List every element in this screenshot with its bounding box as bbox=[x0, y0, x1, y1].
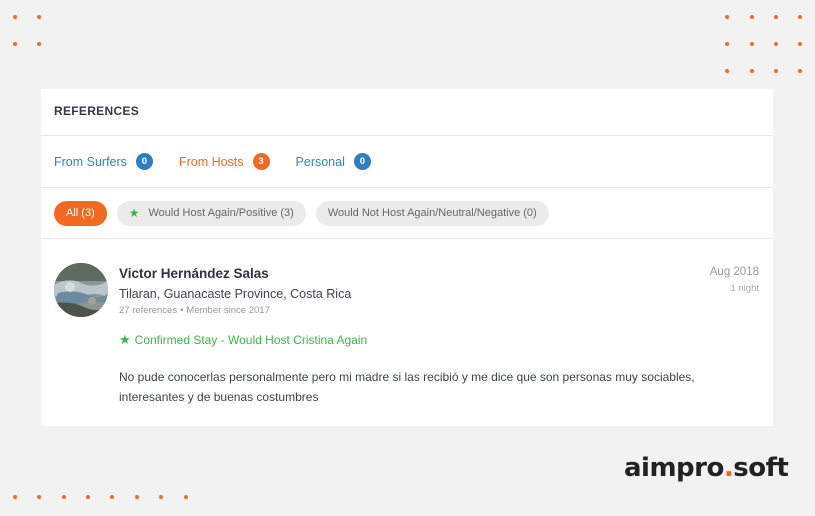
tab-from-hosts[interactable]: From Hosts 3 bbox=[179, 153, 270, 170]
confirmed-stay-text: Confirmed Stay - Would Host Cristina Aga… bbox=[134, 333, 368, 347]
tab-count-badge: 0 bbox=[135, 153, 153, 170]
confirmed-stay-label: ★ Confirmed Stay - Would Host Cristina A… bbox=[119, 332, 760, 348]
filter-label: All (3) bbox=[66, 207, 95, 219]
decor-dots-top-left bbox=[0, 0, 60, 60]
filter-label: Would Not Host Again/Neutral/Negative (0… bbox=[327, 207, 537, 219]
filter-label: Would Host Again/Positive (3) bbox=[148, 207, 294, 219]
tab-label: From Surfers bbox=[54, 154, 127, 169]
brand-logo: aimpro.soft bbox=[624, 453, 789, 483]
tab-personal[interactable]: Personal 0 bbox=[296, 153, 371, 170]
member-since: Member since 2017 bbox=[186, 305, 270, 316]
references-count: 27 references bbox=[119, 305, 178, 316]
reference-author-name[interactable]: Victor Hernández Salas bbox=[119, 266, 760, 281]
reference-body: Victor Hernández Salas Tilaran, Guanacas… bbox=[119, 266, 760, 407]
reference-filters: All (3) ★ Would Host Again/Positive (3) … bbox=[41, 188, 773, 239]
avatar[interactable] bbox=[54, 263, 108, 317]
tab-count-badge: 0 bbox=[353, 153, 371, 170]
reference-tabs: From Surfers 0 From Hosts 3 Personal 0 bbox=[41, 136, 773, 188]
decor-dots-bottom-left bbox=[0, 490, 200, 505]
filter-all-button[interactable]: All (3) bbox=[54, 200, 107, 226]
reference-item: Victor Hernández Salas Tilaran, Guanacas… bbox=[41, 239, 773, 431]
star-icon: ★ bbox=[119, 332, 131, 347]
filter-negative-button[interactable]: Would Not Host Again/Neutral/Negative (0… bbox=[315, 200, 549, 226]
reference-nights: 1 night bbox=[730, 283, 759, 294]
meta-separator: • bbox=[180, 305, 184, 316]
tab-count-badge: 3 bbox=[252, 153, 270, 170]
brand-name-left: aimpro bbox=[624, 453, 724, 483]
tab-label: From Hosts bbox=[178, 154, 244, 169]
reference-date: Aug 2018 bbox=[709, 266, 759, 278]
reference-date-column: Aug 2018 1 night bbox=[710, 266, 759, 294]
decor-dots-top-right bbox=[700, 0, 815, 80]
reference-text: No pude conocerlas personalmente pero mi… bbox=[119, 370, 695, 404]
card-title: REFERENCES bbox=[54, 104, 140, 118]
filter-positive-button[interactable]: ★ Would Host Again/Positive (3) bbox=[116, 200, 306, 226]
tab-from-surfers[interactable]: From Surfers 0 bbox=[54, 153, 153, 170]
references-card: REFERENCES From Surfers 0 From Hosts 3 P… bbox=[41, 89, 773, 426]
brand-dot: . bbox=[723, 453, 734, 483]
brand-name-right: soft bbox=[733, 453, 789, 483]
tab-label: Personal bbox=[295, 154, 345, 169]
reference-author-location: Tilaran, Guanacaste Province, Costa Rica bbox=[119, 287, 352, 301]
reference-author-meta: 27 references • Member since 2017 bbox=[119, 305, 760, 316]
star-icon: ★ bbox=[128, 206, 140, 220]
card-header: REFERENCES bbox=[41, 89, 773, 136]
